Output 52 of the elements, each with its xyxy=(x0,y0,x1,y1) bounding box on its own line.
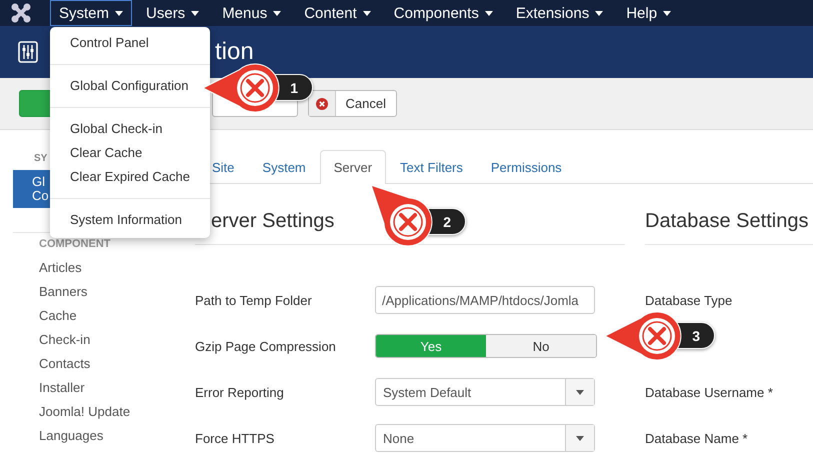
caret-icon xyxy=(663,10,672,16)
caret-icon xyxy=(362,10,371,16)
caret-icon xyxy=(576,436,584,440)
tab[interactable]: System xyxy=(248,150,320,184)
tab[interactable]: Server xyxy=(320,150,386,184)
menu-item[interactable]: Help xyxy=(617,0,680,26)
menu-item[interactable]: Global Configuration xyxy=(50,74,210,98)
field-label: Database Username * xyxy=(645,384,773,400)
sidebar-item[interactable]: Contacts xyxy=(0,352,180,376)
select-field[interactable]: System Default xyxy=(375,378,595,406)
sidebar-item[interactable]: Check-in xyxy=(0,328,180,352)
section-heading: Database Settings xyxy=(645,206,813,245)
menu-item[interactable]: Control Panel xyxy=(50,31,210,55)
caret-icon xyxy=(191,10,200,16)
menu-item[interactable]: Users xyxy=(137,0,208,26)
toggle-option[interactable]: No xyxy=(486,335,596,357)
sliders-icon xyxy=(18,41,38,63)
field-label: Database Type xyxy=(645,292,732,308)
menu-item[interactable]: Extensions xyxy=(506,0,612,26)
field-label: Gzip Page Compression xyxy=(195,338,337,354)
menu-item[interactable]: Menus xyxy=(213,0,290,26)
sidebar-item[interactable]: Cache xyxy=(0,304,180,328)
field-label: Force HTTPS xyxy=(195,430,276,446)
logo-icon[interactable] xyxy=(10,2,32,24)
sidebar-heading: SY xyxy=(33,153,48,164)
callout-pointer-icon xyxy=(370,184,432,246)
close-icon xyxy=(316,98,328,110)
caret-icon xyxy=(576,390,584,394)
text-field[interactable]: /Applications/MAMP/htdocs/Jomla xyxy=(375,286,595,314)
menu-item[interactable]: System Information xyxy=(50,208,210,232)
menu-item[interactable]: Components xyxy=(384,0,502,26)
field-label: Path to Temp Folder xyxy=(195,292,313,308)
caret-icon xyxy=(595,10,604,16)
page-title: tion xyxy=(215,38,254,66)
field-label: Error Reporting xyxy=(195,384,285,400)
menu-item[interactable]: System xyxy=(50,0,132,26)
select-field[interactable]: None xyxy=(375,424,595,452)
caret-icon xyxy=(115,10,124,16)
sidebar-item[interactable]: Languages xyxy=(0,424,180,448)
sidebar-item[interactable]: Joomla! Update xyxy=(0,400,180,424)
cancel-button[interactable]: Cancel xyxy=(308,90,397,117)
callout-pointer-icon xyxy=(604,312,682,360)
caret-icon xyxy=(484,10,493,16)
tab[interactable]: Permissions xyxy=(476,150,576,184)
menu-item[interactable]: Global Check-in xyxy=(50,117,210,141)
sidebar-item[interactable]: Articles xyxy=(0,256,180,280)
tab[interactable]: Text Filters xyxy=(386,150,477,184)
field-label: Database Name * xyxy=(645,430,748,446)
caret-icon xyxy=(273,10,282,16)
menu-item[interactable]: Content xyxy=(295,0,380,26)
sidebar-item[interactable]: Installer xyxy=(0,376,180,400)
sidebar-item[interactable]: Banners xyxy=(0,280,180,304)
